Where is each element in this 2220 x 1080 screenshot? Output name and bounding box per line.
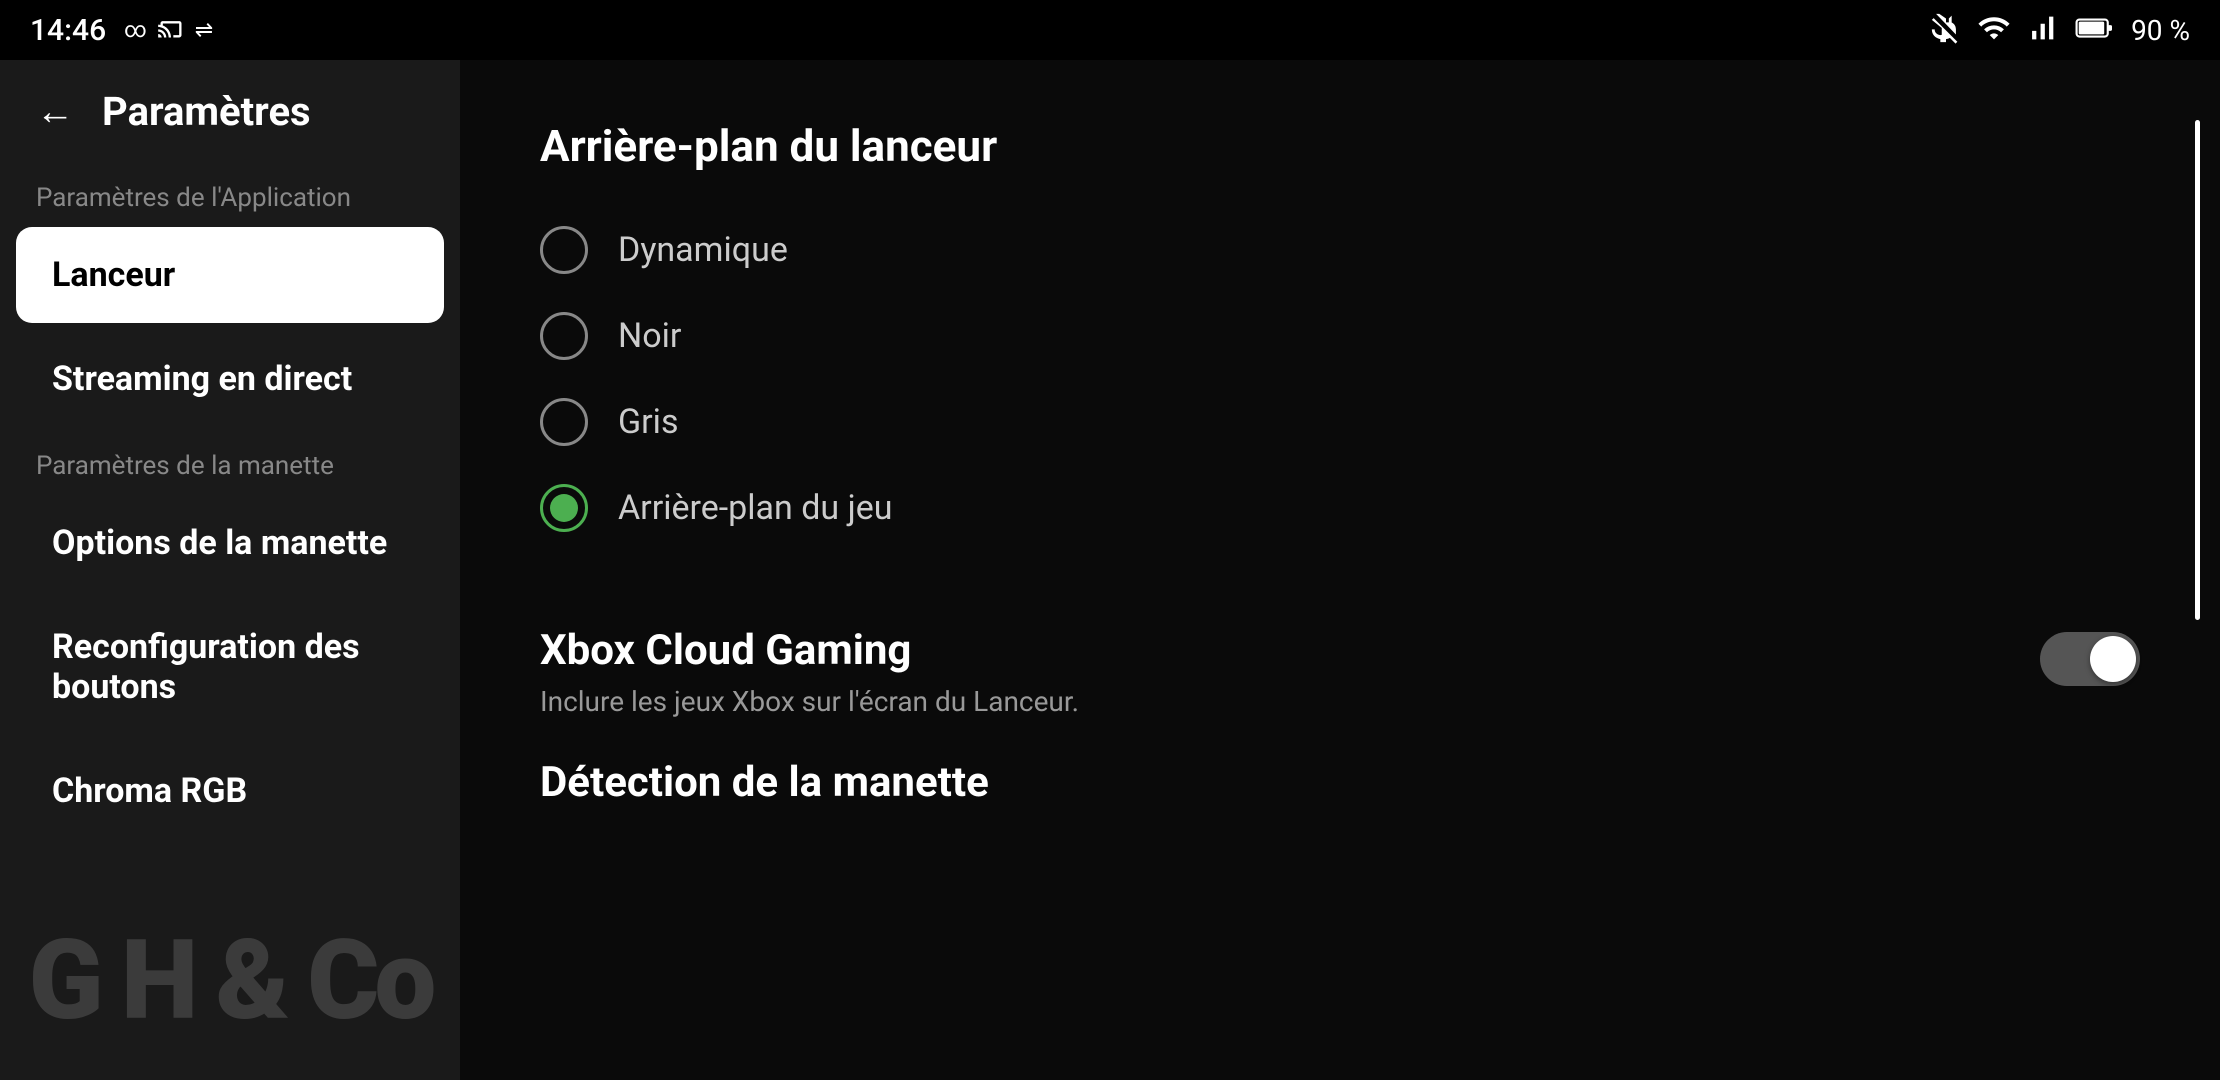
sidebar-header: ← Paramètres bbox=[0, 60, 460, 163]
radio-item-dynamique[interactable]: Dynamique bbox=[540, 212, 2140, 288]
radio-circle-jeu bbox=[540, 484, 588, 532]
status-icons: ∞ ⇌ bbox=[124, 13, 213, 47]
sidebar-item-reconfiguration[interactable]: Reconfiguration des boutons bbox=[16, 599, 444, 735]
detection-section: Détection de la manette bbox=[540, 758, 2140, 807]
sidebar-title: Paramètres bbox=[102, 88, 311, 135]
sidebar-item-chroma-rgb[interactable]: Chroma RGB bbox=[16, 743, 444, 839]
sidebar-label-manette-params: Paramètres de la manette bbox=[0, 431, 460, 491]
toggle-knob bbox=[2090, 636, 2136, 682]
radio-label-noir: Noir bbox=[618, 316, 681, 356]
xbox-cloud-description: Inclure les jeux Xbox sur l'écran du Lan… bbox=[540, 685, 2000, 718]
xbox-cloud-title: Xbox Cloud Gaming bbox=[540, 626, 2000, 675]
status-time: 14:46 bbox=[30, 13, 106, 48]
xbox-cloud-gaming-section: Xbox Cloud Gaming Inclure les jeux Xbox … bbox=[540, 606, 2140, 738]
status-bar-right: 90 % bbox=[1929, 11, 2190, 49]
detection-section-title: Détection de la manette bbox=[540, 758, 2140, 807]
infinity-icon: ∞ bbox=[124, 18, 147, 43]
radio-label-gris: Gris bbox=[618, 402, 679, 442]
battery-icon bbox=[2073, 11, 2117, 49]
cast-icon bbox=[157, 13, 185, 47]
transfer-icon: ⇌ bbox=[195, 18, 213, 43]
radio-circle-noir bbox=[540, 312, 588, 360]
back-button[interactable]: ← bbox=[36, 90, 74, 134]
xbox-cloud-toggle[interactable] bbox=[2040, 632, 2140, 686]
sidebar-item-streaming[interactable]: Streaming en direct bbox=[16, 331, 444, 427]
status-bar: 14:46 ∞ ⇌ bbox=[0, 0, 2220, 60]
background-section-title: Arrière-plan du lanceur bbox=[540, 120, 2140, 172]
status-bar-left: 14:46 ∞ ⇌ bbox=[30, 13, 213, 48]
radio-circle-dynamique bbox=[540, 226, 588, 274]
xbox-cloud-info: Xbox Cloud Gaming Inclure les jeux Xbox … bbox=[540, 626, 2040, 718]
xbox-cloud-toggle-container bbox=[2040, 632, 2140, 686]
watermark: G H & Co bbox=[0, 880, 460, 1080]
radio-label-dynamique: Dynamique bbox=[618, 230, 788, 270]
battery-percent: 90 % bbox=[2131, 14, 2190, 47]
radio-item-jeu[interactable]: Arrière-plan du jeu bbox=[540, 470, 2140, 546]
sidebar-item-lanceur[interactable]: Lanceur bbox=[16, 227, 444, 323]
mute-icon bbox=[1929, 11, 1963, 49]
radio-item-gris[interactable]: Gris bbox=[540, 384, 2140, 460]
sidebar: ← Paramètres Paramètres de l'Application… bbox=[0, 60, 460, 1080]
radio-label-jeu: Arrière-plan du jeu bbox=[618, 488, 892, 528]
main-content: ← Paramètres Paramètres de l'Application… bbox=[0, 60, 2220, 1080]
sidebar-item-options-manette[interactable]: Options de la manette bbox=[16, 495, 444, 591]
radio-group-background: Dynamique Noir Gris Arrière-plan du jeu bbox=[540, 212, 2140, 546]
radio-item-noir[interactable]: Noir bbox=[540, 298, 2140, 374]
wifi-icon bbox=[1977, 11, 2011, 49]
radio-circle-gris bbox=[540, 398, 588, 446]
background-section: Arrière-plan du lanceur Dynamique Noir G… bbox=[540, 120, 2140, 546]
right-panel: Arrière-plan du lanceur Dynamique Noir G… bbox=[460, 60, 2220, 1080]
signal-icon bbox=[2025, 11, 2059, 49]
scrollbar-indicator bbox=[2195, 120, 2200, 620]
sidebar-label-app-params: Paramètres de l'Application bbox=[0, 163, 460, 223]
